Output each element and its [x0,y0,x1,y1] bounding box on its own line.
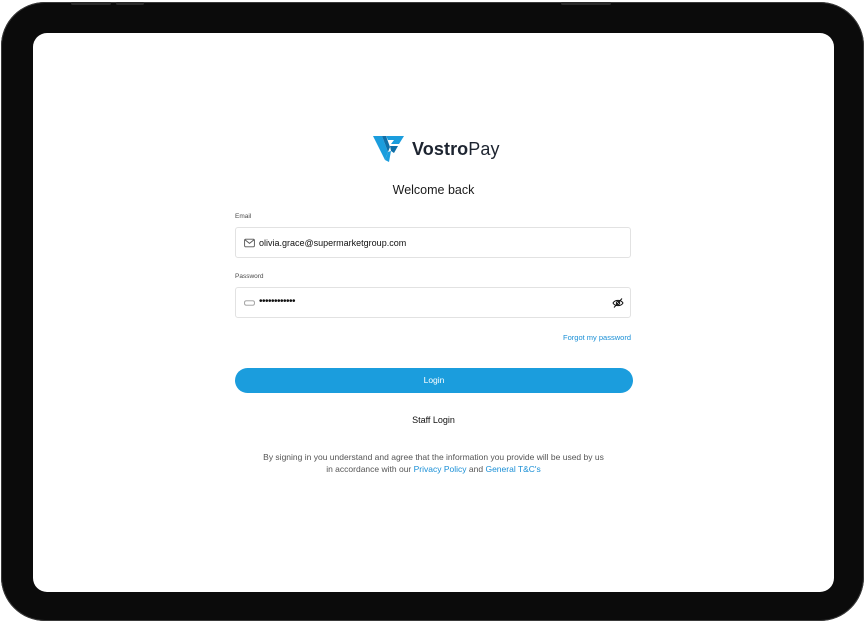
privacy-policy-link[interactable]: Privacy Policy [414,464,467,474]
password-value: •••••••••••• [259,296,296,307]
email-label: Email [235,213,252,220]
general-tc-link[interactable]: General T&C's [485,464,540,474]
terms-line-2: in accordance with our Privacy Policy an… [183,463,684,475]
brand-name-bold: Vostro [412,138,469,159]
vostropay-logo-icon [373,136,404,162]
volume-button [71,2,111,5]
forgot-password-link[interactable]: Forgot my password [435,333,631,342]
email-value: olivia.grace@supermarketgroup.com [259,238,407,248]
brand-name: VostroPay [412,139,500,160]
terms-prefix: in accordance with our [326,464,412,474]
page-title: Welcome back [392,183,475,197]
terms-and: and [468,464,484,474]
tablet-frame: VostroPay Welcome back Email olivia.grac… [1,2,864,621]
login-button[interactable]: Login [235,368,633,393]
staff-login-link[interactable]: Staff Login [33,415,834,425]
email-field[interactable]: olivia.grace@supermarketgroup.com [235,227,631,258]
volume-button [116,2,144,5]
password-label: Password [235,273,264,280]
terms-line-1: By signing in you understand and agree t… [263,452,604,462]
key-icon [244,300,255,306]
login-screen: VostroPay Welcome back Email olivia.grac… [33,33,834,592]
power-button [561,2,611,5]
envelope-icon [244,238,255,248]
eye-slash-icon[interactable] [612,297,624,309]
brand-name-light: Pay [468,138,500,159]
brand-logo: VostroPay [373,134,500,164]
password-field[interactable]: •••••••••••• [235,287,631,318]
terms-notice: By signing in you understand and agree t… [183,451,684,475]
